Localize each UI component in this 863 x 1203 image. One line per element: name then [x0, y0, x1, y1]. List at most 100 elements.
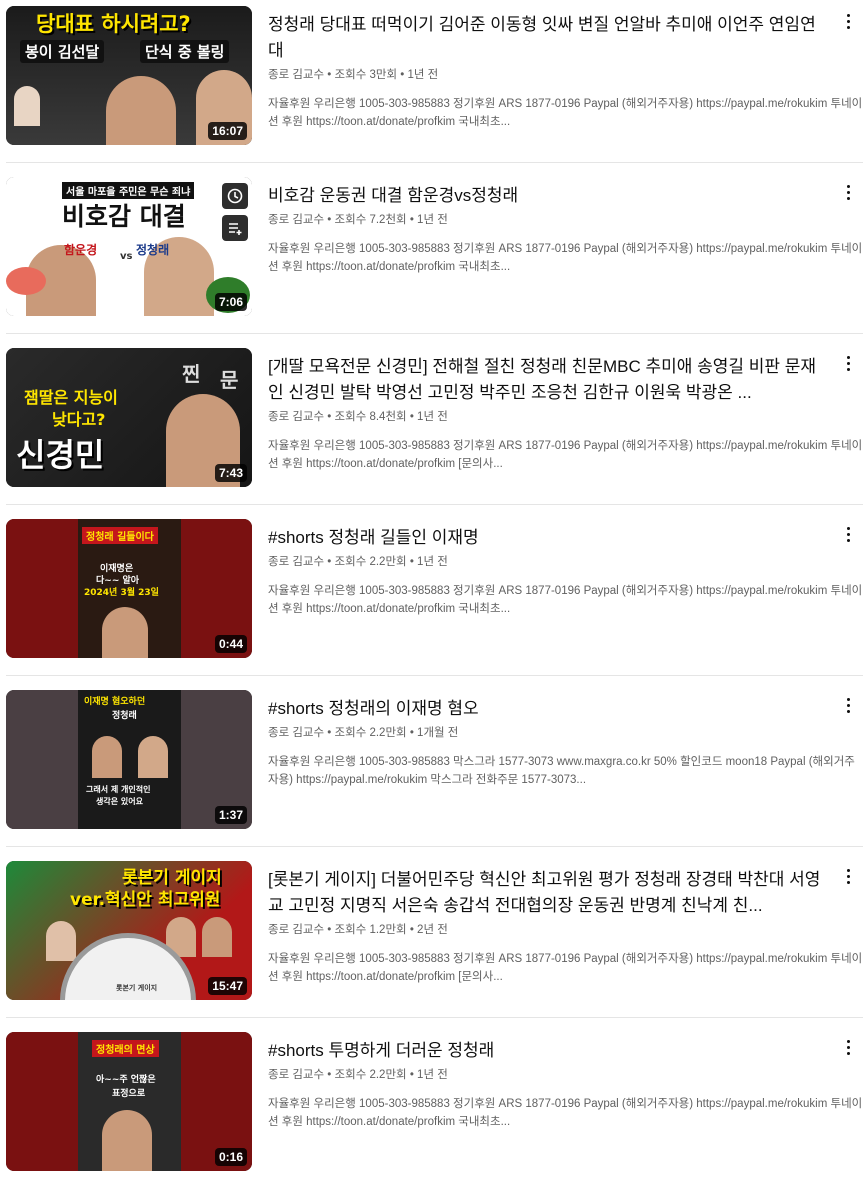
- person-image: [202, 917, 232, 957]
- fish-image: [6, 267, 46, 295]
- video-info: 정청래 당대표 떠먹이기 김어준 이동형 잇싸 변질 언알바 추미애 이언주 연…: [268, 6, 863, 145]
- person-image: [102, 1110, 152, 1171]
- person-image: [46, 921, 76, 961]
- video-title[interactable]: #shorts 투명하게 더러운 정청래: [268, 1038, 823, 1064]
- more-vert-icon[interactable]: [841, 1040, 855, 1060]
- video-info: 비호감 운동권 대결 함운경vs정청래 종로 김교수 • 조회수 7.2천회 •…: [268, 177, 863, 316]
- channel-name[interactable]: 종로 김교수: [268, 556, 324, 568]
- view-count: 조회수 2.2만회: [334, 727, 407, 739]
- video-thumbnail[interactable]: 서울 마포을 주민은 무슨 죄냐 비호감 대결 함운경 vs 정청래 7:06: [6, 177, 252, 316]
- thumbnail-caption: 비호감 대결: [62, 202, 186, 231]
- video-row[interactable]: 정청래 길들이다 이재명은 다~~ 알아 2024년 3월 23일 0:44 #…: [0, 519, 863, 690]
- divider: [6, 162, 863, 163]
- thumbnail-caption: 정청래 길들이다: [82, 527, 158, 544]
- duration-badge: 7:43: [214, 464, 247, 482]
- video-row[interactable]: 이재명 혐오하던 정청래 그래서 제 개인적인 생각은 있어요 1:37 #sh…: [0, 690, 863, 861]
- video-meta: 종로 김교수 • 조회수 2.2만회 • 1년 전: [268, 1069, 448, 1081]
- person-image: [92, 736, 122, 778]
- upload-age: 1년 전: [417, 1069, 448, 1081]
- thumbnail-caption: 이재명 혐오하던: [84, 697, 146, 707]
- thumbnail-caption: 롯본기 게이지: [116, 984, 158, 992]
- video-thumbnail[interactable]: 이재명 혐오하던 정청래 그래서 제 개인적인 생각은 있어요 1:37: [6, 690, 252, 829]
- thumbnail-caption: 당대표 하시려고?: [36, 12, 191, 36]
- upload-age: 2년 전: [417, 924, 448, 936]
- video-title[interactable]: [개딸 모욕전문 신경민] 전해철 절친 정청래 친문MBC 추미애 송영길 비…: [268, 354, 823, 406]
- thumbnail-caption: 찐: [182, 362, 201, 386]
- view-count: 조회수 3만회: [334, 69, 398, 81]
- channel-name[interactable]: 종로 김교수: [268, 69, 324, 81]
- video-meta: 종로 김교수 • 조회수 1.2만회 • 2년 전: [268, 924, 448, 936]
- thumbnail-caption: 문: [220, 368, 239, 392]
- upload-age: 1년 전: [417, 411, 448, 423]
- video-row[interactable]: 서울 마포을 주민은 무슨 죄냐 비호감 대결 함운경 vs 정청래 7:06 …: [0, 177, 863, 348]
- view-count: 조회수 1.2만회: [334, 924, 407, 936]
- video-title[interactable]: 비호감 운동권 대결 함운경vs정청래: [268, 183, 823, 209]
- more-vert-icon[interactable]: [841, 185, 855, 205]
- playlist-add-icon[interactable]: [222, 215, 248, 241]
- thumbnail-caption: 낮다고?: [52, 410, 106, 429]
- thumbnail-caption: 단식 중 볼링: [140, 40, 230, 63]
- more-vert-icon[interactable]: [841, 356, 855, 376]
- duration-badge: 0:44: [214, 635, 247, 653]
- thumbnail-caption: 아~~주 언짢은: [96, 1075, 156, 1085]
- channel-name[interactable]: 종로 김교수: [268, 411, 324, 423]
- video-title[interactable]: #shorts 정청래 길들인 이재명: [268, 525, 823, 551]
- video-title[interactable]: [롯본기 게이지] 더불어민주당 혁신안 최고위원 평가 정청래 장경태 박찬대…: [268, 867, 823, 919]
- video-row[interactable]: 롯본기 게이지 ver.혁신안 최고위원 롯본기 게이지 15:47 [롯본기 …: [0, 861, 863, 1032]
- video-thumbnail[interactable]: 잼딸은 지능이 낮다고? 신경민 찐 문 7:43: [6, 348, 252, 487]
- divider: [6, 1017, 863, 1018]
- video-thumbnail[interactable]: 정청래 길들이다 이재명은 다~~ 알아 2024년 3월 23일 0:44: [6, 519, 252, 658]
- video-thumbnail[interactable]: 롯본기 게이지 ver.혁신안 최고위원 롯본기 게이지 15:47: [6, 861, 252, 1000]
- video-meta: 종로 김교수 • 조회수 8.4천회 • 1년 전: [268, 411, 448, 423]
- channel-name[interactable]: 종로 김교수: [268, 214, 324, 226]
- view-count: 조회수 2.2만회: [334, 556, 407, 568]
- thumbnail-caption: ver.혁신안 최고위원: [70, 890, 221, 910]
- upload-age: 1년 전: [417, 214, 448, 226]
- video-row[interactable]: 정청래의 면상 아~~주 언짢은 표정으로 0:16 #shorts 투명하게 …: [0, 1032, 863, 1203]
- thumbnail-caption: 봉이 김선달: [20, 40, 105, 63]
- video-thumbnail[interactable]: 정청래의 면상 아~~주 언짢은 표정으로 0:16: [6, 1032, 252, 1171]
- channel-name[interactable]: 종로 김교수: [268, 1069, 324, 1081]
- video-description: 자율후원 우리은행 1005-303-985883 막스그라 1577-3073…: [268, 756, 855, 786]
- clock-icon[interactable]: [222, 183, 248, 209]
- more-vert-icon[interactable]: [841, 527, 855, 547]
- video-info: #shorts 정청래 길들인 이재명 종로 김교수 • 조회수 2.2만회 •…: [268, 519, 863, 658]
- thumbnail-caption: 잼딸은 지능이: [24, 388, 118, 407]
- thumbnail-caption: 정청래: [136, 243, 170, 257]
- video-info: [개딸 모욕전문 신경민] 전해철 절친 정청래 친문MBC 추미애 송영길 비…: [268, 348, 863, 487]
- duration-badge: 15:47: [208, 977, 247, 995]
- person-image: [102, 607, 148, 658]
- video-description: 자율후원 우리은행 1005-303-985883 정기후원 ARS 1877-…: [268, 953, 863, 983]
- thumbnail-caption: 생각은 있어요: [96, 797, 143, 806]
- video-meta: 종로 김교수 • 조회수 3만회 • 1년 전: [268, 69, 439, 81]
- more-vert-icon[interactable]: [841, 698, 855, 718]
- thumbnail-caption: 정청래: [112, 711, 137, 721]
- duration-badge: 0:16: [214, 1148, 247, 1166]
- video-info: [롯본기 게이지] 더불어민주당 혁신안 최고위원 평가 정청래 장경태 박찬대…: [268, 861, 863, 1000]
- person-image: [138, 736, 168, 778]
- thumbnail-caption: 신경민: [16, 436, 105, 474]
- upload-age: 1개월 전: [417, 727, 459, 739]
- video-thumbnail[interactable]: 당대표 하시려고? 봉이 김선달 단식 중 볼링 16:07: [6, 6, 252, 145]
- person-image: [106, 76, 176, 145]
- video-info: #shorts 정청래의 이재명 혐오 종로 김교수 • 조회수 2.2만회 •…: [268, 690, 863, 829]
- channel-name[interactable]: 종로 김교수: [268, 727, 324, 739]
- video-row[interactable]: 잼딸은 지능이 낮다고? 신경민 찐 문 7:43 [개딸 모욕전문 신경민] …: [0, 348, 863, 519]
- duration-badge: 16:07: [208, 122, 247, 140]
- more-vert-icon[interactable]: [841, 14, 855, 34]
- divider: [6, 675, 863, 676]
- upload-age: 1년 전: [407, 69, 439, 81]
- video-title[interactable]: 정청래 당대표 떠먹이기 김어준 이동형 잇싸 변질 언알바 추미애 이언주 연…: [268, 12, 823, 64]
- thumbnail-caption: 함운경: [64, 243, 98, 257]
- thumbnail-caption: vs: [120, 251, 133, 262]
- video-description: 자율후원 우리은행 1005-303-985883 정기후원 ARS 1877-…: [268, 440, 863, 470]
- channel-name[interactable]: 종로 김교수: [268, 924, 324, 936]
- divider: [6, 846, 863, 847]
- video-meta: 종로 김교수 • 조회수 2.2만회 • 1년 전: [268, 556, 448, 568]
- divider: [6, 504, 863, 505]
- more-vert-icon[interactable]: [841, 869, 855, 889]
- video-title[interactable]: #shorts 정청래의 이재명 혐오: [268, 696, 823, 722]
- video-row[interactable]: 당대표 하시려고? 봉이 김선달 단식 중 볼링 16:07 정청래 당대표 떠…: [0, 6, 863, 177]
- thumbnail-caption: 그래서 제 개인적인: [86, 785, 151, 794]
- duration-badge: 7:06: [214, 293, 247, 311]
